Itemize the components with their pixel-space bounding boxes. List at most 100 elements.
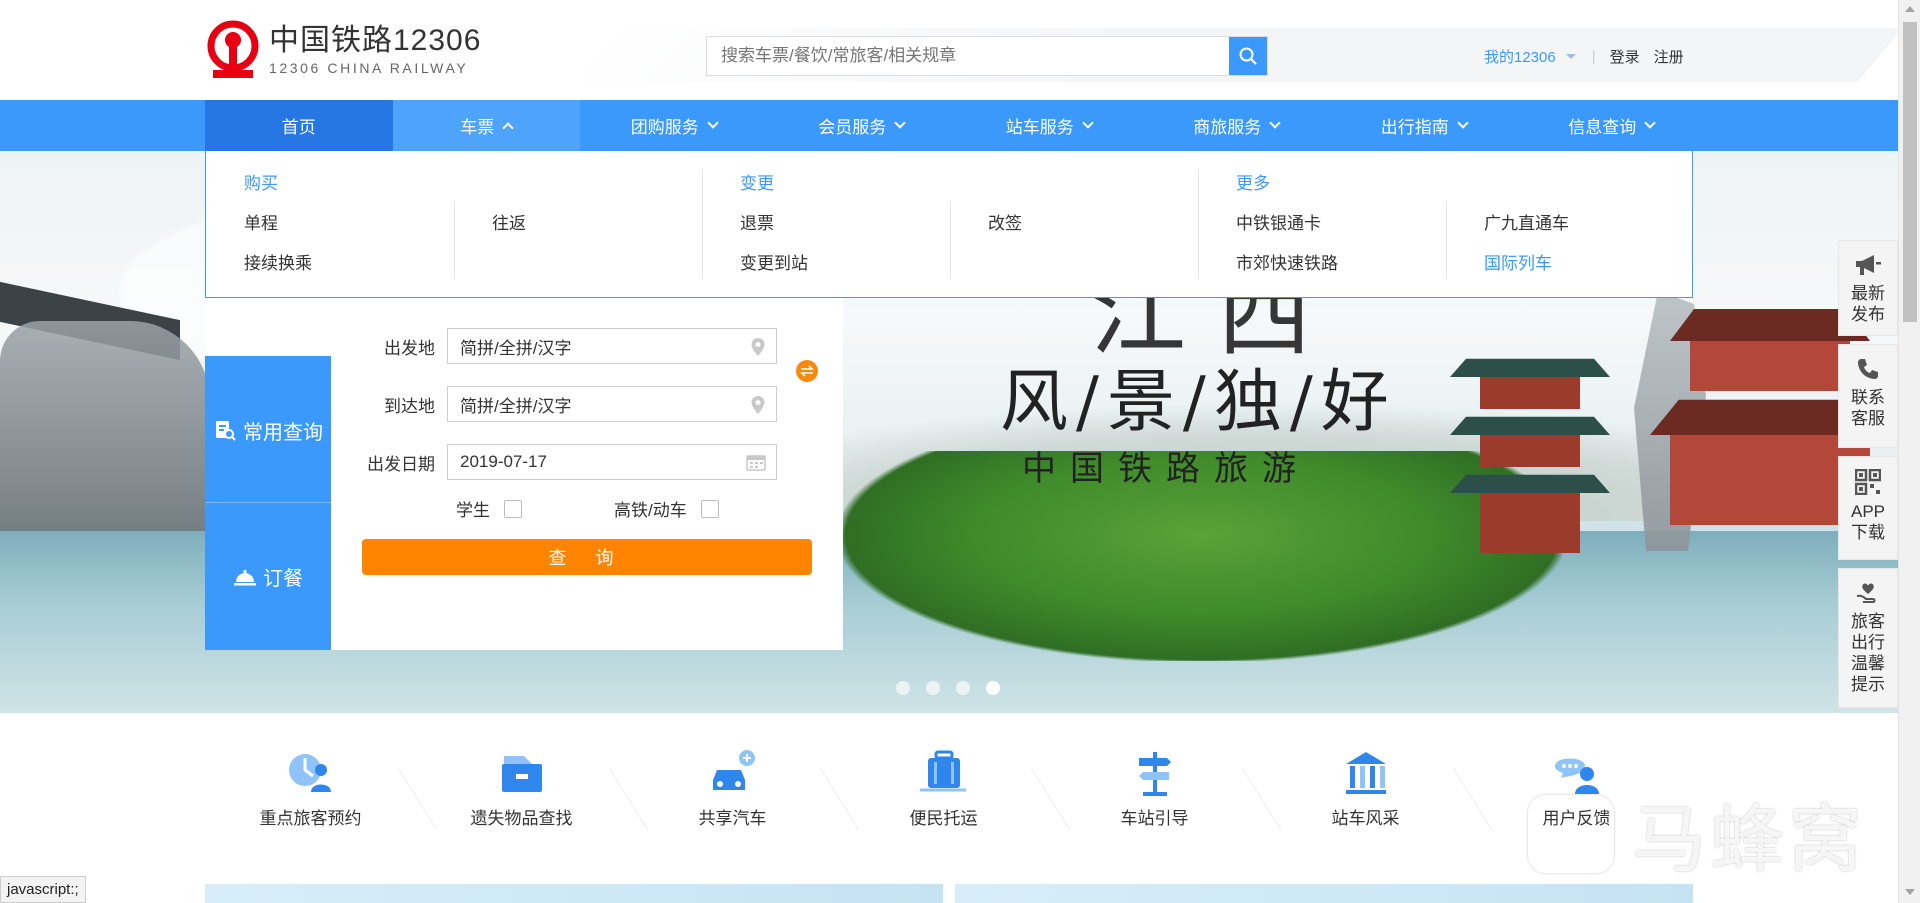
- date-input[interactable]: 2019-07-17: [447, 444, 777, 480]
- menu-heading-more[interactable]: 更多: [1236, 169, 1270, 194]
- booking-tab-meal[interactable]: 订餐: [205, 503, 331, 650]
- menu-link-refund[interactable]: 退票: [740, 209, 774, 234]
- car-share-icon: [712, 750, 755, 790]
- menu-heading-buy[interactable]: 购买: [244, 169, 278, 194]
- register-link[interactable]: 注册: [1654, 46, 1684, 67]
- nav-business[interactable]: 商旅服务: [1143, 100, 1331, 151]
- booking-tab-ticket[interactable]: [205, 298, 331, 358]
- service-label: 遗失物品查找: [470, 809, 573, 828]
- lost-found-icon: [501, 756, 542, 792]
- chevron-down-icon: [1269, 117, 1281, 129]
- menu-link-single[interactable]: 单程: [244, 209, 278, 234]
- menu-link-guangjiu[interactable]: 广九直通车: [1484, 209, 1569, 234]
- to-label: 到达地: [384, 396, 435, 416]
- nav-info[interactable]: 信息查询: [1518, 100, 1706, 151]
- service-shortcuts: 重点旅客预约 遗失物品查找 共享汽车 便民托运 车站引导 站车风采 用户反馈: [205, 748, 1693, 840]
- building-icon: [1345, 752, 1386, 794]
- sidebar-latest-news[interactable]: 最新发布: [1838, 240, 1898, 336]
- nav-group-buy[interactable]: 团购服务: [580, 100, 768, 151]
- promo-banner-left[interactable]: [205, 884, 943, 903]
- nav-tickets[interactable]: 车票: [392, 100, 580, 151]
- nav-label: 站车服务: [1005, 118, 1074, 137]
- sidebar-label: 联系客服: [1851, 388, 1885, 428]
- menu-link-reschedule[interactable]: 改签: [988, 209, 1022, 234]
- from-station-input[interactable]: 简拼/全拼/汉字: [447, 328, 777, 364]
- menu-heading-change[interactable]: 变更: [740, 169, 774, 194]
- sidebar-app-download[interactable]: APP下载: [1838, 456, 1898, 560]
- scroll-up-arrow-icon[interactable]: [1905, 6, 1915, 12]
- service-station-guide[interactable]: 车站引导: [1049, 748, 1260, 840]
- search-button[interactable]: [1229, 37, 1267, 75]
- banner-pagoda: [1450, 351, 1610, 571]
- menu-divider: [950, 201, 951, 279]
- student-checkbox[interactable]: [504, 499, 522, 518]
- from-label: 出发地: [384, 338, 435, 358]
- to-station-input[interactable]: 简拼/全拼/汉字: [447, 386, 777, 422]
- chevron-down-icon: [894, 117, 906, 129]
- menu-group-more: 更多 中铁银通卡 广九直通车 市郊快速铁路 国际列车: [1198, 151, 1694, 298]
- service-lost-found[interactable]: 遗失物品查找: [416, 748, 627, 840]
- nav-home[interactable]: 首页: [205, 100, 393, 151]
- carousel-dot-active[interactable]: [986, 681, 1000, 695]
- nav-station[interactable]: 站车服务: [955, 100, 1143, 151]
- sidebar-label: APP下载: [1850, 502, 1886, 542]
- nav-label: 商旅服务: [1193, 118, 1262, 137]
- scroll-down-arrow-icon[interactable]: [1905, 889, 1915, 895]
- service-vip-passenger[interactable]: 重点旅客预约: [205, 748, 416, 840]
- from-placeholder: 简拼/全拼/汉字: [460, 338, 572, 358]
- divider: |: [1591, 48, 1596, 65]
- site-logo[interactable]: 中国铁路12306 12306 CHINA RAILWAY: [205, 20, 481, 80]
- menu-link-transfer[interactable]: 接续换乘: [244, 249, 312, 274]
- site-header: 中国铁路12306 12306 CHINA RAILWAY 我的12306 | …: [0, 0, 1903, 100]
- nav-guide[interactable]: 出行指南: [1330, 100, 1518, 151]
- search-input[interactable]: [707, 37, 1229, 75]
- nav-label: 首页: [281, 118, 316, 137]
- date-value: 2019-07-17: [460, 452, 547, 471]
- gaotie-label: 高铁/动车: [614, 501, 687, 520]
- login-link[interactable]: 登录: [1610, 46, 1640, 67]
- chevron-down-icon: [1082, 117, 1094, 129]
- service-luggage[interactable]: 便民托运: [838, 748, 1049, 840]
- logo-title: 中国铁路12306: [269, 24, 482, 57]
- location-pin-icon: [751, 338, 765, 356]
- query-button[interactable]: 查 询: [362, 539, 812, 575]
- menu-link-suburban[interactable]: 市郊快速铁路: [1236, 249, 1338, 274]
- menu-link-railway-card[interactable]: 中铁银通卡: [1236, 209, 1321, 234]
- gaotie-checkbox[interactable]: [700, 499, 719, 518]
- booking-tabs: 常用查询 订餐: [205, 298, 331, 650]
- menu-link-change-station[interactable]: 变更到站: [740, 249, 808, 274]
- sidebar-contact[interactable]: 联系客服: [1838, 344, 1898, 448]
- service-label: 便民托运: [909, 809, 978, 828]
- nav-label: 车票: [460, 118, 495, 137]
- browser-status-bar: javascript:;: [0, 876, 86, 903]
- service-car-share[interactable]: 共享汽车: [627, 748, 838, 840]
- carousel-dot[interactable]: [956, 681, 970, 695]
- ticket-options: 学生 高铁/动车: [456, 496, 719, 521]
- watermark-logo-icon: [1528, 794, 1614, 873]
- nav-member[interactable]: 会员服务: [768, 100, 956, 151]
- menu-link-round-trip[interactable]: 往返: [492, 209, 526, 234]
- scrollbar-thumb[interactable]: [1903, 22, 1917, 322]
- booking-tab-common[interactable]: 常用查询: [205, 358, 331, 503]
- date-row: 出发日期 2019-07-17: [331, 444, 843, 480]
- qr-code-icon: [1855, 469, 1881, 495]
- swap-stations-button[interactable]: [796, 360, 818, 382]
- sidebar-travel-tips[interactable]: 旅客出行温馨提示: [1838, 568, 1898, 708]
- site-search: [706, 36, 1268, 76]
- service-label: 车站引导: [1120, 809, 1189, 828]
- carousel-dot[interactable]: [896, 681, 910, 695]
- vip-passenger-icon: [288, 754, 331, 792]
- calendar-icon: [746, 455, 766, 471]
- vertical-scrollbar[interactable]: [1898, 0, 1920, 903]
- chevron-down-icon: [1457, 117, 1469, 129]
- service-label: 重点旅客预约: [259, 809, 362, 828]
- service-station-style[interactable]: 站车风采: [1260, 748, 1471, 840]
- carousel-dot[interactable]: [926, 681, 940, 695]
- menu-link-international[interactable]: 国际列车: [1484, 249, 1552, 274]
- from-row: 出发地 简拼/全拼/汉字: [331, 328, 843, 364]
- chevron-down-icon[interactable]: [1565, 54, 1576, 59]
- sidebar-label: 旅客出行温馨提示: [1851, 612, 1885, 694]
- my12306-link[interactable]: 我的12306: [1484, 46, 1556, 67]
- menu-divider: [454, 201, 455, 279]
- menu-divider: [1446, 201, 1447, 279]
